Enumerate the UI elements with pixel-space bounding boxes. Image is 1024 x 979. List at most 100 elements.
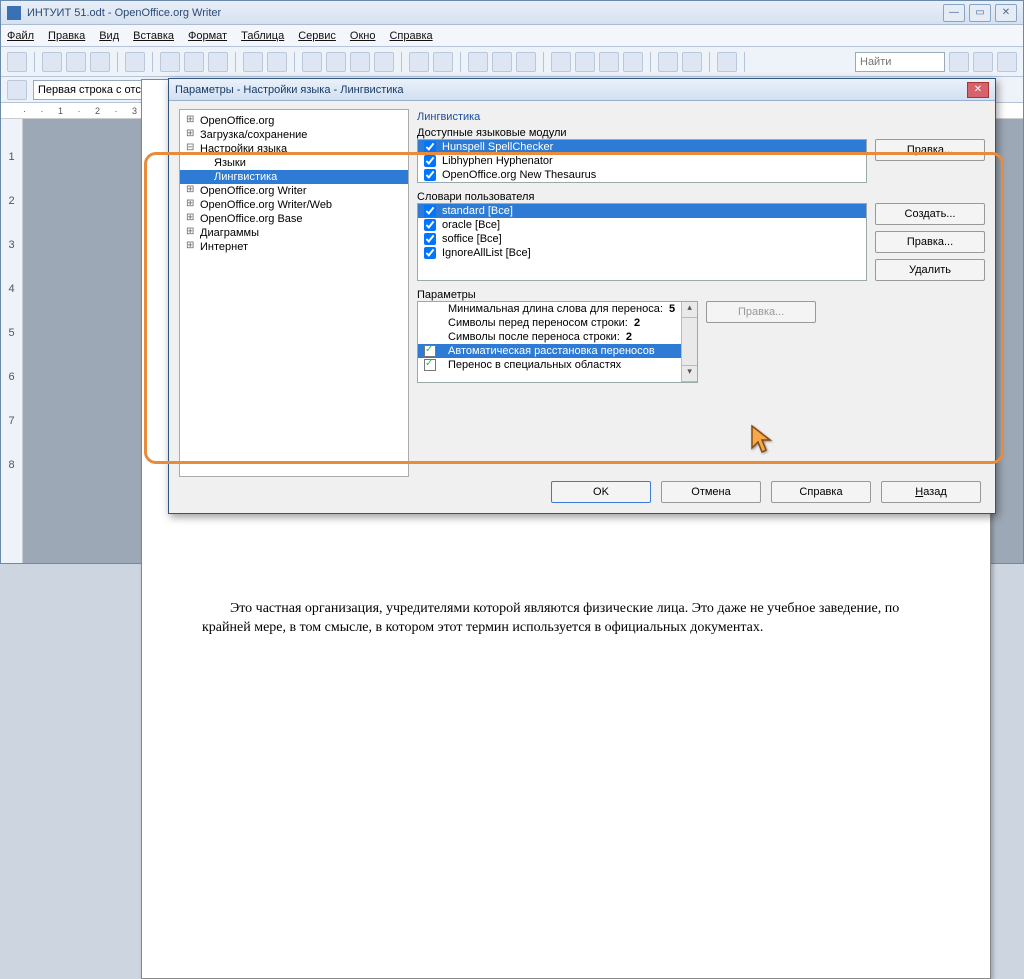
minimize-button[interactable]: — bbox=[943, 4, 965, 22]
tree-writing-aids[interactable]: Лингвистика bbox=[180, 170, 408, 184]
dict-standard[interactable]: standard [Все] bbox=[418, 204, 866, 218]
opt-minword[interactable]: Минимальная длина слова для переноса: 5 bbox=[418, 302, 681, 316]
tree-languages[interactable]: Языки bbox=[180, 156, 408, 170]
modules-edit-button[interactable]: Правка... bbox=[875, 139, 985, 161]
tool-copy-icon[interactable] bbox=[326, 52, 346, 72]
menu-window[interactable]: Окно bbox=[350, 30, 376, 42]
dict-delete-button[interactable]: Удалить bbox=[875, 259, 985, 281]
menu-edit[interactable]: Правка bbox=[48, 30, 85, 42]
tool-datasources-icon[interactable] bbox=[623, 52, 643, 72]
vertical-ruler: 12345678 bbox=[1, 119, 23, 563]
modules-listbox[interactable]: Hunspell SpellChecker Libhyphen Hyphenat… bbox=[417, 139, 867, 183]
tool-editdoc-icon[interactable] bbox=[125, 52, 145, 72]
tool-nonprinting-icon[interactable] bbox=[658, 52, 678, 72]
back-button[interactable]: Назад bbox=[881, 481, 981, 503]
help-button[interactable]: Справка bbox=[771, 481, 871, 503]
tool-print-icon[interactable] bbox=[184, 52, 204, 72]
tool-help-icon[interactable] bbox=[717, 52, 737, 72]
dict-soffice-check[interactable] bbox=[424, 233, 436, 245]
tool-gallery-icon[interactable] bbox=[599, 52, 619, 72]
opt-special-regions-check[interactable] bbox=[424, 359, 436, 371]
menu-view[interactable]: Вид bbox=[99, 30, 119, 42]
close-window-button[interactable]: ✕ bbox=[995, 4, 1017, 22]
tree-base[interactable]: OpenOffice.org Base bbox=[180, 212, 408, 226]
cancel-button[interactable]: Отмена bbox=[661, 481, 761, 503]
tool-new-icon[interactable] bbox=[7, 52, 27, 72]
tool-cut-icon[interactable] bbox=[302, 52, 322, 72]
dialog-title: Параметры - Настройки языка - Лингвистик… bbox=[175, 84, 967, 96]
tool-open-icon[interactable] bbox=[42, 52, 62, 72]
menu-insert[interactable]: Вставка bbox=[133, 30, 174, 42]
menu-tools[interactable]: Сервис bbox=[298, 30, 336, 42]
menu-bar: Файл Правка Вид Вставка Формат Таблица С… bbox=[1, 25, 1023, 47]
dict-ignoreall-check[interactable] bbox=[424, 247, 436, 259]
dict-new-button[interactable]: Создать... bbox=[875, 203, 985, 225]
restore-button[interactable]: ▭ bbox=[969, 4, 991, 22]
tree-language-settings[interactable]: Настройки языка bbox=[180, 142, 408, 156]
opt-chars-before[interactable]: Символы перед переносом строки: 2 bbox=[418, 316, 681, 330]
dict-ignoreall[interactable]: IgnoreAllList [Все] bbox=[418, 246, 866, 260]
tree-internet[interactable]: Интернет bbox=[180, 240, 408, 254]
dialog-close-icon[interactable]: ✕ bbox=[967, 82, 989, 98]
tool-save-icon[interactable] bbox=[66, 52, 86, 72]
module-libhyphen-check[interactable] bbox=[424, 155, 436, 167]
tool-autospell-icon[interactable] bbox=[267, 52, 287, 72]
tool-redo-icon[interactable] bbox=[433, 52, 453, 72]
options-tree[interactable]: OpenOffice.org Загрузка/сохранение Настр… bbox=[179, 109, 409, 477]
opt-special-regions[interactable]: Перенос в специальных областях bbox=[418, 358, 681, 372]
module-hunspell[interactable]: Hunspell SpellChecker bbox=[418, 140, 866, 154]
module-hunspell-check[interactable] bbox=[424, 141, 436, 153]
tool-drawing-icon[interactable] bbox=[516, 52, 536, 72]
dict-standard-check[interactable] bbox=[424, 205, 436, 217]
tool-table-icon[interactable] bbox=[492, 52, 512, 72]
tool-formatpaint-icon[interactable] bbox=[374, 52, 394, 72]
tool-paste-icon[interactable] bbox=[350, 52, 370, 72]
find-prev-icon[interactable] bbox=[949, 52, 969, 72]
tool-zoom-icon[interactable] bbox=[682, 52, 702, 72]
options-scrollbar[interactable]: ▴ ▾ bbox=[681, 302, 697, 382]
dict-oracle[interactable]: oracle [Все] bbox=[418, 218, 866, 232]
tree-writer-web[interactable]: OpenOffice.org Writer/Web bbox=[180, 198, 408, 212]
ok-button[interactable]: OK bbox=[551, 481, 651, 503]
dialog-title-bar[interactable]: Параметры - Настройки языка - Лингвистик… bbox=[169, 79, 995, 101]
opt-chars-after[interactable]: Символы после переноса строки: 2 bbox=[418, 330, 681, 344]
tool-preview-icon[interactable] bbox=[208, 52, 228, 72]
module-thesaurus-check[interactable] bbox=[424, 169, 436, 181]
tool-find-icon[interactable] bbox=[551, 52, 571, 72]
find-next-icon[interactable] bbox=[973, 52, 993, 72]
tree-writer[interactable]: OpenOffice.org Writer bbox=[180, 184, 408, 198]
styles-icon[interactable] bbox=[7, 80, 27, 100]
dict-soffice[interactable]: soffice [Все] bbox=[418, 232, 866, 246]
scroll-down-icon[interactable]: ▾ bbox=[682, 366, 697, 382]
find-tools-icon[interactable] bbox=[997, 52, 1017, 72]
dict-oracle-check[interactable] bbox=[424, 219, 436, 231]
tool-navigator-icon[interactable] bbox=[575, 52, 595, 72]
label-modules: Доступные языковые модули bbox=[417, 127, 985, 139]
options-listbox[interactable]: Минимальная длина слова для переноса: 5 … bbox=[417, 301, 698, 383]
menu-table[interactable]: Таблица bbox=[241, 30, 284, 42]
tool-hyperlink-icon[interactable] bbox=[468, 52, 488, 72]
module-libhyphen[interactable]: Libhyphen Hyphenator bbox=[418, 154, 866, 168]
opt-auto-hyphenation-check[interactable] bbox=[424, 345, 436, 357]
tree-load-save[interactable]: Загрузка/сохранение bbox=[180, 128, 408, 142]
scroll-up-icon[interactable]: ▴ bbox=[682, 302, 697, 318]
opt-auto-hyphenation[interactable]: Автоматическая расстановка переносов bbox=[418, 344, 681, 358]
tool-undo-icon[interactable] bbox=[409, 52, 429, 72]
label-user-dictionaries: Словари пользователя bbox=[417, 191, 985, 203]
module-thesaurus[interactable]: OpenOffice.org New Thesaurus bbox=[418, 168, 866, 182]
menu-format[interactable]: Формат bbox=[188, 30, 227, 42]
tree-charts[interactable]: Диаграммы bbox=[180, 226, 408, 240]
find-input[interactable] bbox=[855, 52, 945, 72]
tool-spellcheck-icon[interactable] bbox=[243, 52, 263, 72]
dictionaries-listbox[interactable]: standard [Все] oracle [Все] soffice [Все… bbox=[417, 203, 867, 281]
tool-pdf-icon[interactable] bbox=[160, 52, 180, 72]
menu-file[interactable]: Файл bbox=[7, 30, 34, 42]
tree-openoffice[interactable]: OpenOffice.org bbox=[180, 114, 408, 128]
tool-mail-icon[interactable] bbox=[90, 52, 110, 72]
main-toolbar bbox=[1, 47, 1023, 77]
menu-help[interactable]: Справка bbox=[389, 30, 432, 42]
dict-edit-button[interactable]: Правка... bbox=[875, 231, 985, 253]
title-bar: ИНТУИТ 51.odt - OpenOffice.org Writer — … bbox=[1, 1, 1023, 25]
options-dialog: Параметры - Настройки языка - Лингвистик… bbox=[168, 78, 996, 514]
dialog-button-row: OK Отмена Справка Назад bbox=[169, 481, 995, 503]
